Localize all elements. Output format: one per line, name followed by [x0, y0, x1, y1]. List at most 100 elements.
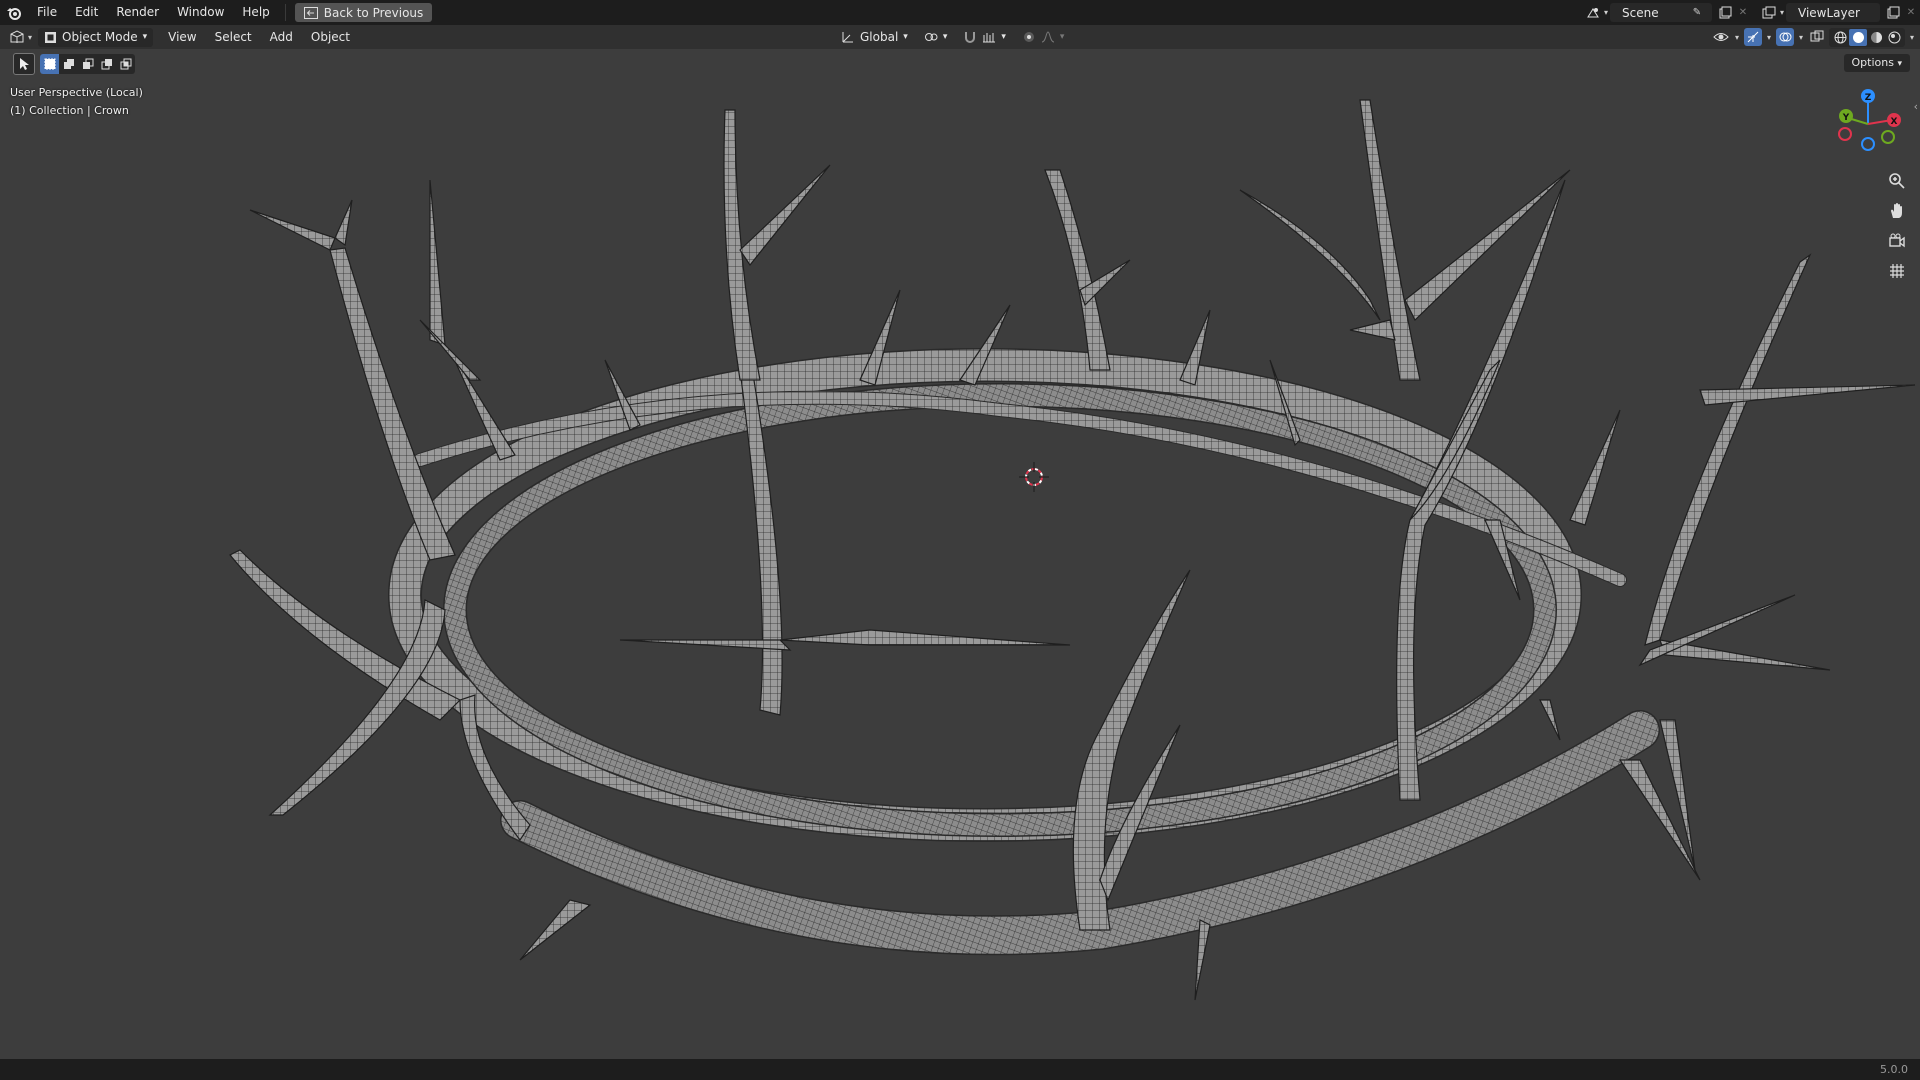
back-arrow-icon [303, 6, 318, 19]
top-menu-bar: File Edit Render Window Help Back to Pre… [0, 0, 1920, 25]
topbar-right: ▾ Scene ✎ ✕ ▾ ViewLayer ✕ [1584, 0, 1920, 25]
status-bar: 5.0.0 [0, 1059, 1920, 1080]
shading-mode-group [1829, 27, 1905, 47]
navigation-gizmo[interactable]: Z X Y [1830, 82, 1910, 166]
select-invert-icon[interactable] [97, 54, 116, 74]
menu-edit[interactable]: Edit [66, 0, 107, 25]
overlays-toggle-icon[interactable] [1776, 28, 1794, 46]
scene-name[interactable]: Scene [1616, 6, 1688, 20]
scene-icon[interactable] [1584, 4, 1602, 22]
chevron-down-icon: ▾ [1059, 32, 1065, 42]
chevron-down-icon[interactable]: ▾ [1797, 28, 1805, 46]
back-to-previous-button[interactable]: Back to Previous [294, 3, 433, 22]
z-axis-label: Z [1865, 93, 1872, 103]
select-intersect-icon[interactable] [116, 54, 135, 74]
menu-file[interactable]: File [28, 0, 66, 25]
neg-x-axis-icon[interactable] [1838, 127, 1852, 141]
new-view-layer-icon[interactable] [1884, 4, 1902, 22]
proportional-editing-toggle[interactable]: ▾ [1015, 27, 1071, 47]
select-extend-icon[interactable] [59, 54, 78, 74]
chevron-down-icon[interactable]: ▾ [1908, 28, 1916, 46]
cursor-icon [20, 58, 29, 70]
transform-orientation-label: Global [860, 30, 899, 44]
scene-selector[interactable]: Scene ✎ [1610, 3, 1712, 22]
viewport-info: User Perspective (Local) (1) Collection … [10, 84, 143, 120]
chevron-down-icon[interactable]: ▾ [1778, 4, 1786, 22]
object-mode-label: Object Mode [62, 30, 138, 44]
y-axis-handle[interactable]: Y [1839, 109, 1853, 123]
neg-y-axis-icon[interactable] [1881, 130, 1895, 144]
select-subtract-icon[interactable] [78, 54, 97, 74]
object-mode-dropdown[interactable]: Object Mode ▾ [38, 27, 154, 47]
viewport-header-right: ▾ ▾ ▾ ▾ [1712, 25, 1916, 49]
chevron-down-icon: ▾ [1897, 59, 1902, 69]
y-axis-label: Y [1842, 113, 1850, 123]
menu-select[interactable]: Select [206, 25, 261, 49]
gizmo-toggle-icon[interactable] [1744, 28, 1762, 46]
back-to-previous-label: Back to Previous [323, 5, 424, 20]
close-icon[interactable]: ✕ [1734, 4, 1752, 22]
new-scene-icon[interactable] [1716, 4, 1734, 22]
view-layer-selector[interactable]: ViewLayer [1786, 3, 1880, 22]
chevron-down-icon[interactable]: ▾ [1733, 28, 1741, 46]
sidebar-toggle-icon[interactable]: ‹ [1914, 100, 1918, 113]
transform-tools: Global ▾ ▾ ▾ ▾ [835, 25, 1071, 49]
options-label: Options [1851, 56, 1894, 69]
xray-toggle-icon[interactable] [1808, 28, 1826, 46]
chevron-down-icon[interactable]: ▾ [1602, 4, 1610, 22]
editor-type-icon[interactable] [8, 28, 26, 46]
hand-icon[interactable] [1884, 198, 1910, 224]
render-layers-icon[interactable] [1760, 4, 1778, 22]
pivot-point-dropdown[interactable]: ▾ [917, 27, 954, 47]
menu-window[interactable]: Window [168, 0, 233, 25]
view-layer-name[interactable]: ViewLayer [1792, 6, 1874, 20]
chevron-down-icon: ▾ [142, 32, 148, 42]
camera-icon[interactable] [1884, 228, 1910, 254]
3d-viewport[interactable] [0, 49, 1920, 1059]
proportional-edit-icon [1023, 32, 1034, 42]
collection-info: (1) Collection | Crown [10, 104, 129, 117]
snap-increment-icon [983, 33, 996, 43]
chevron-down-icon[interactable]: ▾ [26, 28, 34, 46]
options-dropdown[interactable]: Options ▾ [1843, 54, 1910, 72]
magnet-icon [965, 32, 976, 43]
selection-mode-group [40, 54, 135, 74]
tool-settings-row [13, 53, 135, 75]
menu-view[interactable]: View [159, 25, 205, 49]
view-name: User Perspective (Local) [10, 86, 143, 99]
x-axis-handle[interactable]: X [1887, 113, 1901, 127]
visibility-icon[interactable] [1712, 28, 1730, 46]
chevron-down-icon: ▾ [903, 32, 908, 42]
viewport-header: ▾ Object Mode ▾ View Select Add Object G… [0, 25, 1920, 49]
zoom-icon[interactable] [1884, 168, 1910, 194]
falloff-icon [1041, 31, 1055, 43]
menu-add[interactable]: Add [261, 25, 302, 49]
version-label: 5.0.0 [1880, 1063, 1908, 1076]
rendered-shading-icon[interactable] [1885, 29, 1903, 46]
menu-separator [284, 4, 286, 21]
neg-z-axis-icon[interactable] [1861, 137, 1875, 151]
grid-icon[interactable] [1884, 258, 1910, 284]
snap-toggle[interactable]: ▾ [957, 27, 1012, 47]
transform-orientation-dropdown[interactable]: Global ▾ [835, 27, 914, 47]
menu-help[interactable]: Help [233, 0, 278, 25]
chevron-down-icon: ▾ [942, 32, 948, 42]
3d-cursor [1019, 462, 1049, 492]
select-tool-button[interactable] [13, 53, 35, 75]
pivot-icon [924, 33, 938, 41]
crown-of-thorns-mesh[interactable] [0, 49, 1920, 1059]
x-axis-label: X [1891, 117, 1898, 127]
select-new-icon[interactable] [40, 54, 59, 74]
blender-logo-icon[interactable] [6, 5, 22, 21]
z-axis-handle[interactable]: Z [1861, 89, 1875, 103]
material-preview-icon[interactable] [1867, 29, 1885, 46]
pin-icon[interactable]: ✎ [1688, 4, 1706, 22]
solid-shading-icon[interactable] [1849, 28, 1867, 46]
menu-object[interactable]: Object [302, 25, 359, 49]
wireframe-shading-icon[interactable] [1831, 29, 1849, 46]
axis-icon [842, 32, 853, 43]
close-icon[interactable]: ✕ [1902, 4, 1920, 22]
menu-render[interactable]: Render [107, 0, 168, 25]
chevron-down-icon[interactable]: ▾ [1765, 28, 1773, 46]
object-mode-icon [45, 31, 56, 43]
